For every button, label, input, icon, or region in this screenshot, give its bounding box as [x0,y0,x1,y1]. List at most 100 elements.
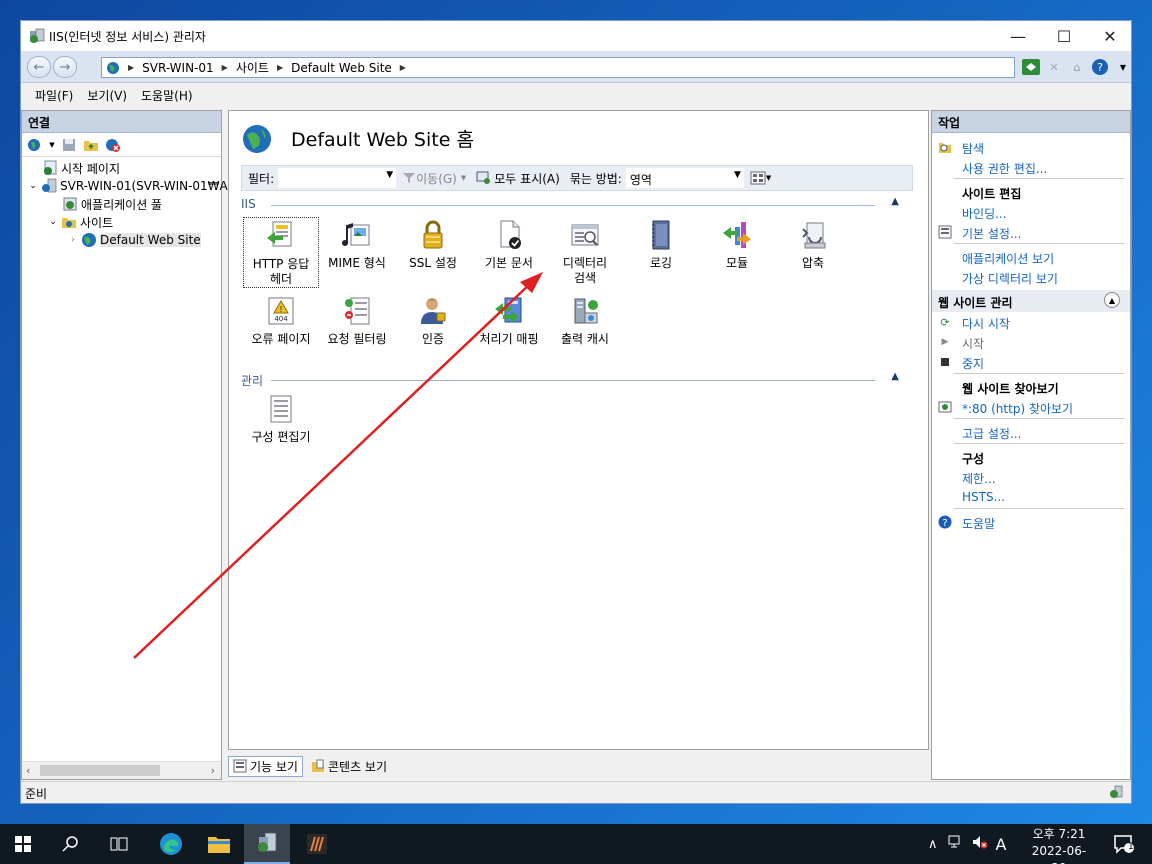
dropdown-icon[interactable]: ▼ [766,174,771,182]
action-edit-permissions[interactable]: 사용 권한 편집... [962,160,1047,177]
breadcrumb-chevron-icon[interactable]: ▶ [222,63,228,72]
start-button[interactable] [0,824,46,864]
action-advanced-settings[interactable]: 고급 설정... [962,425,1021,442]
collapse-icon[interactable]: ▲ [891,196,899,207]
show-all-button[interactable]: 모두 표시(A) [476,170,560,187]
chevron-up-icon[interactable]: ∧ [928,837,938,852]
back-button[interactable]: ← [27,56,51,78]
feature-default-document[interactable]: 기본 문서 [471,217,547,271]
task-view-button[interactable] [96,824,142,864]
collapse-icon[interactable]: ▲ [1104,292,1120,308]
feature-error-pages[interactable]: ! 404 오류 페이지 [243,293,319,347]
taskbar-iis-manager[interactable] [244,824,290,864]
action-help[interactable]: 도움말 [962,515,995,532]
breadcrumb-server[interactable]: SVR-WIN-01 [142,61,214,75]
tree-item-default-web-site[interactable]: › Default Web Site [68,231,201,249]
action-browse-80[interactable]: *:80 (http) 찾아보기 [962,400,1073,417]
collapse-icon[interactable]: ▲ [891,371,899,382]
feature-modules[interactable]: 모듈 [699,217,775,271]
disconnect-icon[interactable] [104,136,122,154]
breadcrumb-default-web-site[interactable]: Default Web Site [291,61,392,75]
tree-item-server[interactable]: ⌄ SVR-WIN-01(SVR-WIN-01₩A [28,177,228,195]
chevron-down-icon[interactable]: ⌄ [48,214,58,230]
save-icon[interactable] [60,136,78,154]
clock[interactable]: 오후 7:21 2022-06-29 [1026,826,1092,864]
group-by-select[interactable]: 영역 ▼ [625,168,744,188]
network-icon[interactable] [948,835,964,853]
feature-handler-mappings[interactable]: 처리기 매핑 [471,293,547,347]
breadcrumb-chevron-icon[interactable]: ▶ [277,63,283,72]
help-dropdown-icon[interactable]: ▼ [1113,57,1133,77]
action-bindings[interactable]: 바인딩... [962,205,1007,222]
menu-help[interactable]: 도움말(H) [141,87,193,104]
back-arrow-icon: ← [33,59,45,75]
feature-output-caching[interactable]: 출력 캐시 [547,293,623,347]
action-hsts[interactable]: HSTS... [962,490,1005,504]
action-view-virtual-directories[interactable]: 가상 디렉터리 보기 [962,270,1058,287]
feature-ssl-settings[interactable]: SSL 설정 [395,217,471,271]
feature-http-headers[interactable]: HTTP 응답 헤더 [243,217,319,288]
filter-input[interactable]: ▼ [278,168,397,188]
notification-center-button[interactable]: 1 [1104,824,1144,864]
forward-button[interactable]: → [53,56,77,78]
maximize-button[interactable]: ☐ [1041,21,1087,51]
action-view-applications[interactable]: 애플리케이션 보기 [962,250,1054,267]
feature-authentication[interactable]: 인증 [395,293,471,347]
action-limits[interactable]: 제한... [962,470,996,487]
feature-mime-types[interactable]: MIME 형식 [319,217,395,271]
action-restart[interactable]: 다시 시작 [962,315,1010,332]
section-iis: IIS ▲ [241,196,901,211]
action-stop[interactable]: 중지 [962,355,984,372]
help-icon[interactable]: ? [1090,57,1110,77]
folder-up-icon[interactable] [82,136,100,154]
dropdown-icon[interactable]: ▼ [48,136,56,154]
taskbar-file-explorer[interactable] [196,824,242,864]
menu-file[interactable]: 파일(F) [35,87,73,104]
action-start[interactable]: 시작 [962,335,984,352]
menu-view[interactable]: 보기(V) [87,87,127,104]
title-bar: IIS(인터넷 정보 서비스) 관리자 — ☐ ✕ [21,21,1131,51]
refresh-icon[interactable] [1021,57,1041,77]
dropdown-icon[interactable]: ▼ [461,174,466,182]
feature-compression[interactable]: 압축 [775,217,851,271]
chevron-down-icon[interactable]: ⌄ [28,178,38,194]
home-icon[interactable]: ⌂ [1067,57,1087,77]
breadcrumb-chevron-icon[interactable]: ▶ [400,63,406,72]
notification-count: 1 [1128,842,1134,852]
taskbar: ∧ A 오후 7:21 2022-06-29 1 [0,824,1152,864]
minimize-button[interactable]: — [995,21,1041,51]
breadcrumb-sites[interactable]: 사이트 [236,59,269,76]
stop-icon[interactable]: ✕ [1044,57,1064,77]
feature-directory-browsing[interactable]: 디렉터리 검색 [547,217,623,286]
search-button[interactable] [48,824,94,864]
tab-features-view[interactable]: 기능 보기 [228,755,303,777]
feature-configuration-editor[interactable]: 구성 편집기 [243,391,319,445]
app-stripes-icon [307,834,327,854]
scroll-left-icon[interactable]: ‹ [26,764,30,777]
view-mode-button[interactable]: ▼ [750,171,771,185]
taskbar-edge[interactable] [148,824,194,864]
tree-item-app-pools[interactable]: 애플리케이션 풀 [62,195,162,213]
ime-indicator[interactable]: A [996,835,1007,854]
action-explore[interactable]: 탐색 [962,140,984,157]
tab-content-view[interactable]: 콘텐츠 보기 [307,757,391,776]
breadcrumb[interactable]: ▶ SVR-WIN-01 ▶ 사이트 ▶ Default Web Site ▶ [101,57,1015,78]
iis-app-icon [30,28,45,43]
tree-item-start-page[interactable]: 시작 페이지 [42,159,120,177]
scroll-right-icon[interactable]: › [211,764,215,777]
breadcrumb-chevron-icon[interactable]: ▶ [128,63,134,72]
close-button[interactable]: ✕ [1087,21,1133,51]
volume-muted-icon[interactable] [972,835,988,853]
chevron-right-icon[interactable]: › [68,232,78,248]
connect-icon[interactable] [26,136,44,154]
taskbar-app[interactable] [294,824,340,864]
action-basic-settings[interactable]: 기본 설정... [962,225,1021,242]
go-button[interactable]: 이동(G) ▼ [402,170,466,187]
feature-request-filtering[interactable]: 요청 필터링 [319,293,395,347]
feature-logging[interactable]: 로깅 [623,217,699,271]
horizontal-scrollbar[interactable]: ‹ › [22,761,221,779]
chevron-down-icon[interactable]: ▼ [734,170,741,180]
scrollbar-thumb[interactable] [40,765,160,776]
tree-item-sites[interactable]: ⌄ 사이트 [48,213,113,231]
chevron-down-icon[interactable]: ▼ [386,170,393,180]
